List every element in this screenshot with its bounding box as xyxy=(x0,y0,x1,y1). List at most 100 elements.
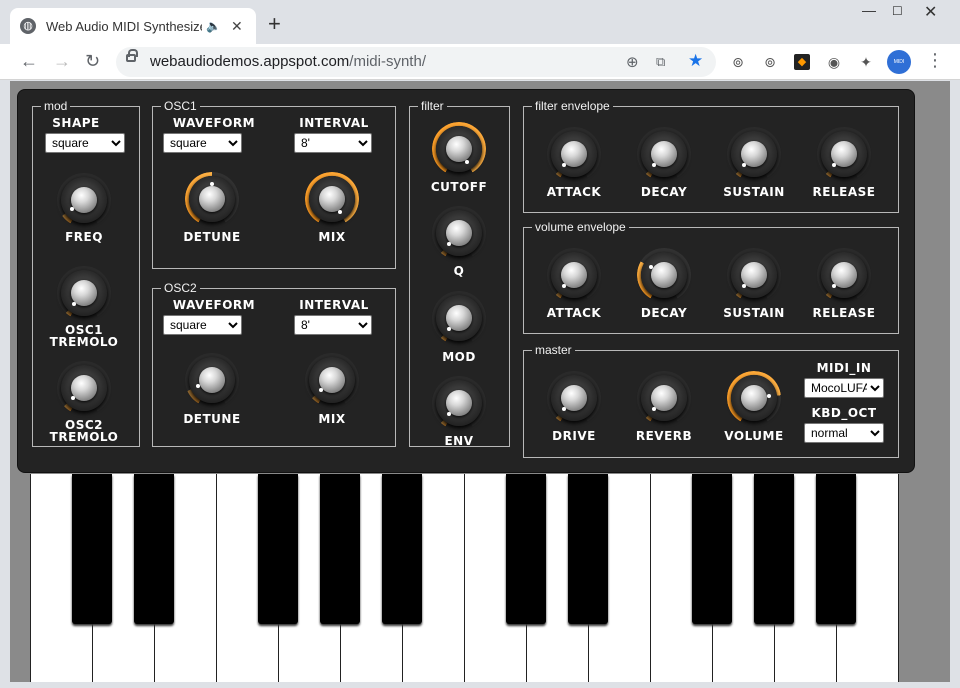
master-volume-knob[interactable] xyxy=(727,371,781,425)
osc1-legend: OSC1 xyxy=(164,99,197,113)
volume-env-attack-label: attack xyxy=(546,306,602,320)
globe-icon: ◍ xyxy=(20,18,36,34)
extension-shield-icon[interactable]: ◉ xyxy=(826,54,842,70)
tab-title: Web Audio MIDI Synthesizer xyxy=(46,18,202,34)
osc1-waveform-label: waveform xyxy=(172,116,256,130)
mod-freq-knob[interactable] xyxy=(57,173,111,227)
address-bar[interactable]: webaudiodemos.appspot.com/midi-synth/ ⊕ … xyxy=(116,47,716,77)
tab-close-icon[interactable]: ✕ xyxy=(231,18,243,35)
mod-legend: mod xyxy=(44,99,68,113)
back-button[interactable]: ← xyxy=(20,50,38,72)
window-maximize-button[interactable]: ☐ xyxy=(892,4,903,18)
osc2-detune-knob[interactable] xyxy=(185,353,239,407)
osc1-mix-label: mix xyxy=(318,230,346,244)
filter-env-knob[interactable] xyxy=(432,376,486,430)
filter-env-release-label: release xyxy=(812,185,876,199)
master-reverb-label: reverb xyxy=(635,429,693,443)
black-key[interactable] xyxy=(506,474,546,624)
knob-cap xyxy=(199,367,225,393)
filter-env-sustain-label: sustain xyxy=(723,185,785,199)
filter-env-sustain-knob[interactable] xyxy=(727,127,781,181)
knob-cap xyxy=(199,186,225,212)
midi-in-select[interactable]: MocoLUFA xyxy=(804,378,884,398)
extensions-puzzle-icon[interactable]: ✦ xyxy=(858,54,874,70)
browser-toolbar: ← → ↻ webaudiodemos.appspot.com/midi-syn… xyxy=(0,44,960,89)
filter-env-decay-knob[interactable] xyxy=(637,127,691,181)
osc1-interval-select[interactable]: 32'16'8'4' xyxy=(294,133,372,153)
osc1-waveform-select[interactable]: sinesquaresawtoothtriangle xyxy=(163,133,242,153)
extension-search-icon[interactable]: ⊚ xyxy=(730,54,746,70)
synth-panel: mod shape sinesquaresawtoothtriangle fre… xyxy=(18,90,914,472)
volume-env-sustain-knob[interactable] xyxy=(727,248,781,302)
window-minimize-button[interactable]: — xyxy=(862,2,876,18)
speaker-icon[interactable]: 🔈 xyxy=(206,19,221,33)
filter-cutoff-label: cutoff xyxy=(430,180,488,194)
filter-env-release-knob[interactable] xyxy=(817,127,871,181)
black-key[interactable] xyxy=(382,474,422,624)
knob-indicator xyxy=(318,388,323,393)
black-key[interactable] xyxy=(258,474,298,624)
black-key[interactable] xyxy=(568,474,608,624)
translate-icon[interactable]: ⧉ xyxy=(656,54,665,70)
knob-cap xyxy=(446,136,472,162)
filter-legend: filter xyxy=(421,99,444,113)
osc2-mix-knob[interactable] xyxy=(305,353,359,407)
black-key[interactable] xyxy=(320,474,360,624)
url-host: webaudiodemos.appspot.com xyxy=(150,53,350,70)
volume-env-release-knob[interactable] xyxy=(817,248,871,302)
knob-indicator xyxy=(70,396,75,401)
master-drive-label: drive xyxy=(552,429,596,443)
filter-env-attack-knob[interactable] xyxy=(547,127,601,181)
knob-cap xyxy=(71,187,97,213)
filter-cutoff-knob[interactable] xyxy=(432,122,486,176)
osc2-tremolo-knob[interactable] xyxy=(57,361,111,415)
black-key[interactable] xyxy=(816,474,856,624)
browser-menu-icon[interactable]: ⋮ xyxy=(926,50,944,71)
filter-q-knob[interactable] xyxy=(432,206,486,260)
osc1-tremolo-knob[interactable] xyxy=(57,266,111,320)
volume-env-decay-knob[interactable] xyxy=(637,248,691,302)
kbd-oct-select[interactable]: -2-1normal+1+2 xyxy=(804,423,884,443)
filter-q-label: q xyxy=(453,264,465,278)
extension-orange-icon[interactable]: ◆ xyxy=(794,54,810,70)
mod-shape-label: shape xyxy=(52,116,100,130)
osc2-tremolo-label-line2: tremolo xyxy=(49,430,119,444)
master-drive-knob[interactable] xyxy=(547,371,601,425)
black-key[interactable] xyxy=(134,474,174,624)
volume-env-attack-knob[interactable] xyxy=(547,248,601,302)
midi-in-label: MIDI_IN xyxy=(816,361,872,375)
filter-env-decay-label: decay xyxy=(640,185,688,199)
osc2-waveform-select[interactable]: sinesquaresawtoothtriangle xyxy=(163,315,242,335)
knob-cap xyxy=(651,262,677,288)
url-path: /midi-synth/ xyxy=(349,53,426,70)
forward-button[interactable]: → xyxy=(53,50,71,72)
volume-envelope-legend: volume envelope xyxy=(535,220,626,234)
filter-mod-label: mod xyxy=(442,350,476,364)
kbd-oct-label: KBD_OCT xyxy=(811,406,877,420)
extension-magnify-icon[interactable]: ⊚ xyxy=(762,54,778,70)
url-text: webaudiodemos.appspot.com/midi-synth/ xyxy=(150,53,426,70)
black-key[interactable] xyxy=(692,474,732,624)
osc2-legend: OSC2 xyxy=(164,281,197,295)
window-close-button[interactable]: ✕ xyxy=(924,2,937,22)
filter-mod-knob[interactable] xyxy=(432,291,486,345)
black-key[interactable] xyxy=(72,474,112,624)
browser-tab[interactable]: ◍ Web Audio MIDI Synthesizer 🔈 ✕ xyxy=(10,8,256,44)
zoom-icon[interactable]: ⊕ xyxy=(626,53,639,71)
knob-indicator xyxy=(69,206,74,211)
reload-button[interactable]: ↻ xyxy=(85,50,100,72)
mod-shape-select[interactable]: sinesquaresawtoothtriangle xyxy=(45,133,125,153)
osc1-mix-knob[interactable] xyxy=(305,172,359,226)
bookmark-star-icon[interactable]: ★ xyxy=(688,51,703,71)
filter-env-attack-label: attack xyxy=(546,185,602,199)
osc2-interval-select[interactable]: 32'16'8'4' xyxy=(294,315,372,335)
osc1-detune-knob[interactable] xyxy=(185,172,239,226)
tab-strip: ◍ Web Audio MIDI Synthesizer 🔈 ✕ + — ☐ ✕ xyxy=(0,0,960,44)
piano-keyboard xyxy=(30,474,899,682)
lock-icon[interactable] xyxy=(126,49,138,62)
black-key[interactable] xyxy=(754,474,794,624)
profile-avatar[interactable]: MIDI SYNTHESIS xyxy=(887,50,915,89)
master-reverb-knob[interactable] xyxy=(637,371,691,425)
new-tab-button[interactable]: + xyxy=(268,12,281,36)
knob-indicator xyxy=(210,181,214,186)
